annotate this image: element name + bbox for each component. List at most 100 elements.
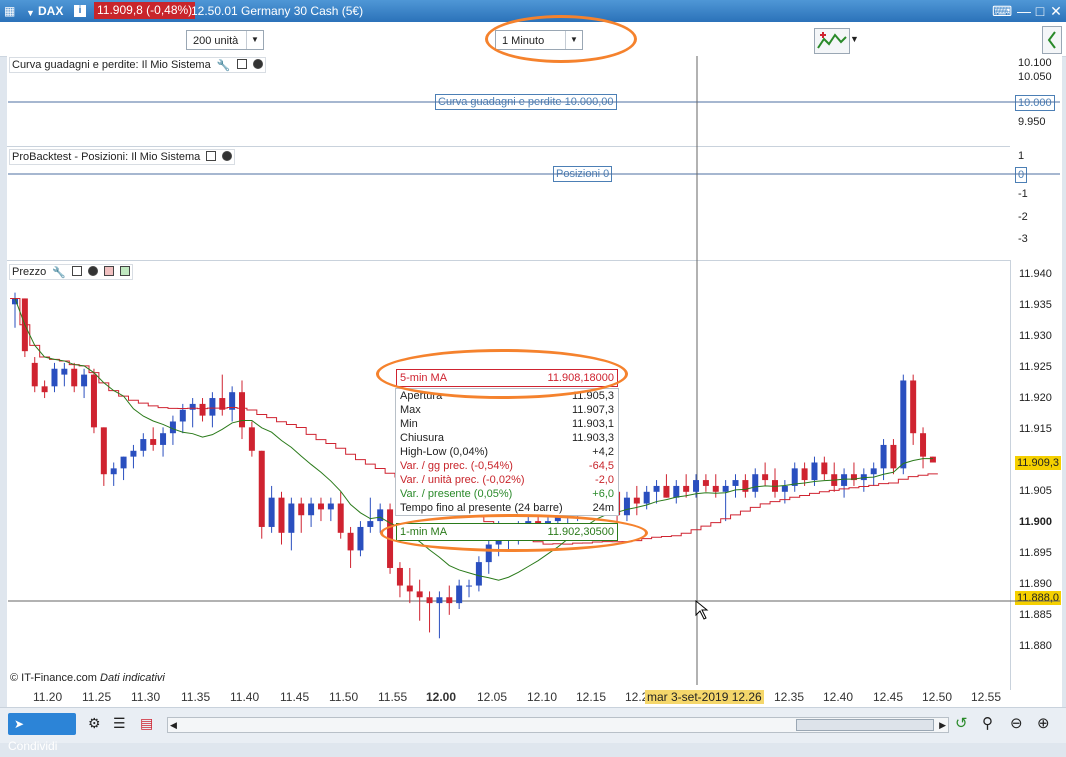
info-label: Min bbox=[400, 418, 418, 430]
candle-body[interactable] bbox=[288, 503, 295, 533]
candle-body[interactable] bbox=[120, 456, 127, 469]
candle-body[interactable] bbox=[71, 368, 78, 387]
candle-body[interactable] bbox=[189, 403, 196, 410]
candle-body[interactable] bbox=[880, 444, 887, 469]
candle-body[interactable] bbox=[811, 462, 818, 481]
list-icon[interactable]: ☰ bbox=[113, 715, 126, 732]
candle-body[interactable] bbox=[456, 585, 463, 604]
candle-body[interactable] bbox=[643, 491, 650, 504]
candle-body[interactable] bbox=[51, 368, 58, 387]
candle-body[interactable] bbox=[239, 392, 246, 428]
candle-body[interactable] bbox=[436, 597, 443, 604]
candle-body[interactable] bbox=[160, 433, 167, 445]
candle-body[interactable] bbox=[268, 497, 275, 527]
candle-body[interactable] bbox=[673, 485, 680, 498]
candle-body[interactable] bbox=[61, 368, 68, 375]
x-tick: 11.40 bbox=[230, 690, 260, 704]
candle-body[interactable] bbox=[110, 468, 117, 475]
candle-body[interactable] bbox=[712, 485, 719, 492]
candle-body[interactable] bbox=[396, 567, 403, 586]
candle-body[interactable] bbox=[199, 403, 206, 416]
x-tick: 11.45 bbox=[280, 690, 310, 704]
credits-note: Dati indicativi bbox=[100, 672, 165, 684]
ma1-highlight bbox=[380, 514, 648, 552]
candle-body[interactable] bbox=[801, 468, 808, 481]
candle-body[interactable] bbox=[406, 585, 413, 592]
candle-body[interactable] bbox=[258, 450, 265, 527]
pin-icon[interactable]: ⚙ bbox=[88, 715, 101, 732]
candle-body[interactable] bbox=[929, 456, 936, 463]
candle-body[interactable] bbox=[900, 380, 907, 469]
candle-body[interactable] bbox=[426, 597, 433, 604]
x-tick: 12.55 bbox=[971, 690, 1002, 704]
candle-body[interactable] bbox=[475, 562, 482, 586]
candle-body[interactable] bbox=[416, 591, 423, 598]
candle-body[interactable] bbox=[179, 409, 186, 422]
scrollbar-thumb[interactable] bbox=[796, 719, 934, 731]
x-tick: 11.50 bbox=[329, 690, 359, 704]
candle-body[interactable] bbox=[357, 526, 364, 551]
info-row: Var. / unità prec. (-0,02%) -2,0 bbox=[396, 473, 618, 487]
mouse-cursor-icon bbox=[695, 599, 709, 620]
info-row: Var. / presente (0,05%) +6,0 bbox=[396, 487, 618, 501]
candle-body[interactable] bbox=[446, 597, 453, 604]
candle-body[interactable] bbox=[327, 503, 334, 510]
candle-body[interactable] bbox=[693, 480, 700, 492]
candle-body[interactable] bbox=[910, 380, 917, 434]
candle-body[interactable] bbox=[130, 450, 137, 457]
candle-body[interactable] bbox=[683, 485, 690, 492]
share-button[interactable]: ➤ Condividi bbox=[8, 713, 76, 753]
x-tick: 12.10 bbox=[527, 690, 558, 704]
candle-body[interactable] bbox=[100, 427, 107, 475]
candle-body[interactable] bbox=[377, 509, 384, 522]
zoom-in-icon[interactable]: ⊕ bbox=[1037, 714, 1050, 732]
candle-body[interactable] bbox=[317, 503, 324, 510]
scroll-right-icon[interactable]: ▶ bbox=[939, 718, 946, 732]
candle-body[interactable] bbox=[81, 374, 88, 387]
candle-body[interactable] bbox=[367, 521, 374, 527]
refresh-icon[interactable]: ↺ bbox=[955, 714, 968, 732]
zoom-out-icon[interactable]: ⊖ bbox=[1010, 714, 1023, 732]
x-tick: 12.45 bbox=[873, 690, 904, 704]
candle-body[interactable] bbox=[90, 374, 97, 428]
x-tick: 11.55 bbox=[378, 690, 408, 704]
candle-body[interactable] bbox=[890, 444, 897, 469]
candle-body[interactable] bbox=[150, 439, 157, 445]
candle-body[interactable] bbox=[31, 362, 38, 387]
cursor-time-label: mar 3-set-2019 12.26 bbox=[645, 690, 764, 704]
candle-body[interactable] bbox=[732, 480, 739, 486]
candle-body[interactable] bbox=[702, 480, 709, 486]
x-tick: 11.35 bbox=[181, 690, 211, 704]
candle-body[interactable] bbox=[781, 485, 788, 492]
candle-body[interactable] bbox=[722, 485, 729, 492]
candle-body[interactable] bbox=[308, 503, 315, 516]
zoom-fit-icon[interactable]: ⚲ bbox=[982, 714, 993, 732]
candle-body[interactable] bbox=[663, 485, 670, 498]
candle-body[interactable] bbox=[623, 497, 630, 516]
info-label: Var. / presente (0,05%) bbox=[400, 488, 513, 500]
info-row: Var. / gg prec. (-0,54%) -64,5 bbox=[396, 459, 618, 473]
info-row: Chiusura 11.903,3 bbox=[396, 431, 618, 445]
candle-body[interactable] bbox=[762, 474, 769, 481]
candle-body[interactable] bbox=[752, 474, 759, 492]
candle-body[interactable] bbox=[870, 468, 877, 475]
x-tick: 12.50 bbox=[922, 690, 953, 704]
candle-body[interactable] bbox=[920, 433, 927, 457]
scroll-left-icon[interactable]: ◀ bbox=[170, 718, 177, 732]
candle-body[interactable] bbox=[278, 497, 285, 533]
candle-body[interactable] bbox=[653, 485, 660, 492]
candle-body[interactable] bbox=[347, 532, 354, 551]
candle-body[interactable] bbox=[298, 503, 305, 516]
candle-body[interactable] bbox=[209, 398, 216, 416]
candle-body[interactable] bbox=[841, 474, 848, 486]
candle-body[interactable] bbox=[742, 480, 749, 492]
candle-body[interactable] bbox=[337, 503, 344, 533]
candle-body[interactable] bbox=[140, 439, 147, 451]
candle-body[interactable] bbox=[248, 427, 255, 451]
table-icon[interactable]: ▤ bbox=[140, 715, 153, 732]
horizontal-scrollbar[interactable]: ◀ ▶ bbox=[167, 717, 949, 733]
candle-body[interactable] bbox=[821, 462, 828, 475]
candle-body[interactable] bbox=[41, 386, 48, 393]
candle-body[interactable] bbox=[466, 585, 473, 587]
candle-body[interactable] bbox=[633, 497, 640, 504]
